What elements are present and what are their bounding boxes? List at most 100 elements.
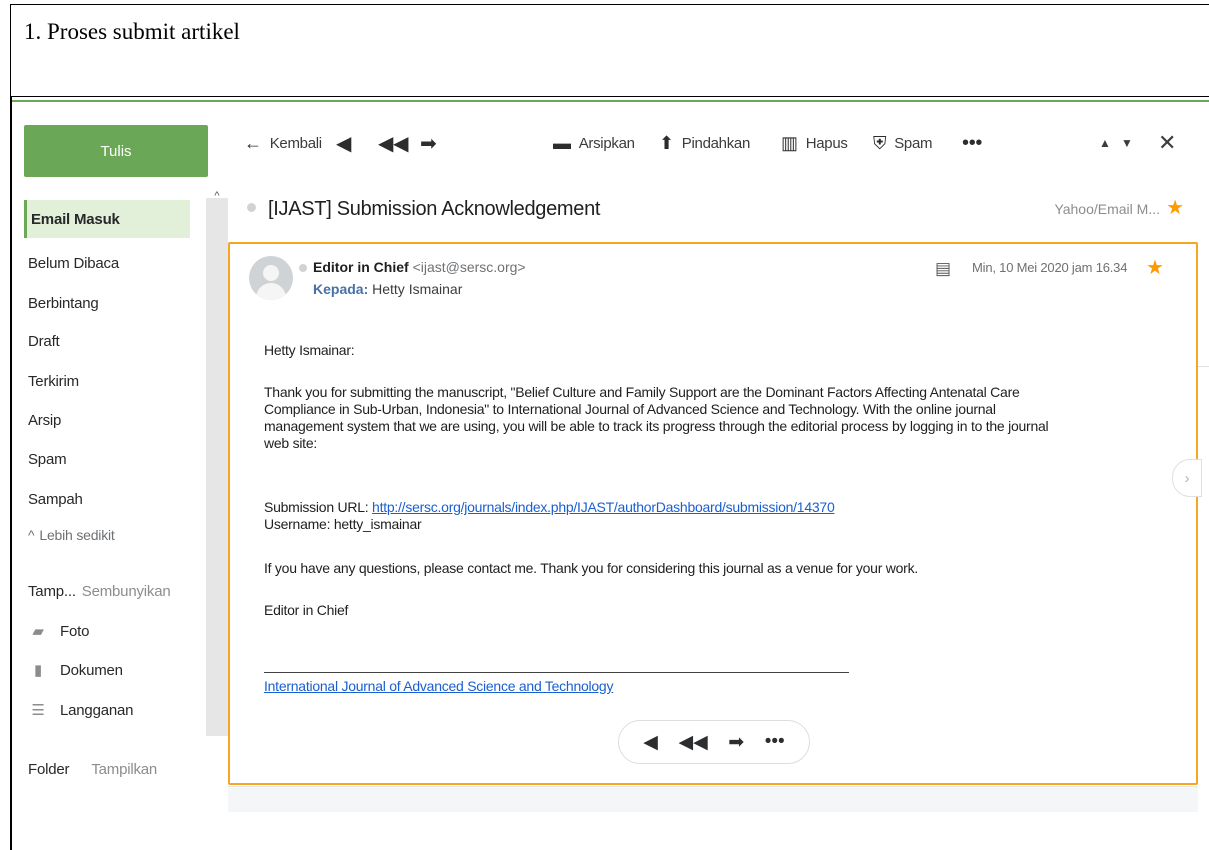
forward-icon: ➡: [420, 132, 437, 155]
sender-name[interactable]: Editor in Chief: [313, 259, 409, 275]
message-date: Min, 10 Mei 2020 jam 16.34: [972, 260, 1128, 275]
sidebar-item-archive[interactable]: Arsip: [24, 401, 190, 439]
submission-info: Submission URL: http://sersc.org/journal…: [264, 499, 1164, 533]
chevron-up-icon: ^: [28, 527, 35, 543]
close-icon: ✕: [1158, 130, 1177, 155]
message-star-icon[interactable]: ★: [1146, 255, 1164, 280]
sidebar-item-label: Dokumen: [60, 661, 123, 679]
reply-all-button[interactable]: ◀◀: [378, 131, 408, 155]
more-button[interactable]: •••: [962, 131, 982, 155]
sidebar-item-subscriptions[interactable]: ☰ Langganan: [24, 691, 190, 729]
subscription-icon: ☰: [31, 702, 45, 719]
show-less-label: Lebih sedikit: [39, 527, 115, 543]
document-border-line: [10, 97, 12, 850]
shield-icon: ⛨: [873, 132, 887, 153]
document-icon: ▮: [33, 662, 43, 679]
arrow-left-icon: ←: [244, 132, 262, 153]
triangle-up-icon: ▲: [1099, 136, 1111, 150]
reply-all-icon[interactable]: ◀◀: [678, 731, 707, 754]
delete-label: Hapus: [805, 134, 848, 152]
star-icon[interactable]: ★: [1166, 195, 1184, 220]
sidebar-item-unread[interactable]: Belum Dibaca: [24, 244, 190, 282]
archive-button[interactable]: ▬ Arsipkan: [553, 131, 635, 155]
avatar: [249, 256, 293, 300]
more-icon[interactable]: •••: [765, 731, 785, 753]
folders-header: Folder Tampilkan: [24, 750, 190, 788]
recipient-name: Hetty Ismainar: [372, 281, 463, 297]
sidebar-item-spam[interactable]: Spam: [24, 440, 190, 478]
recipient-label: Kepada:: [313, 281, 369, 297]
photo-icon: ▰: [32, 623, 44, 640]
compose-button[interactable]: Tulis: [24, 125, 208, 177]
sidebar-item-trash[interactable]: Sampah: [24, 480, 190, 518]
paragraph-line: Thank you for submitting the manuscript,…: [264, 384, 1020, 400]
submission-url-label: Submission URL:: [264, 499, 369, 515]
move-button[interactable]: ⬆ Pindahkan: [659, 131, 750, 155]
archive-label: Arsipkan: [578, 134, 635, 152]
sidebar-scrollbar[interactable]: [206, 198, 228, 736]
mail-header-rule: [12, 100, 1209, 102]
scroll-up-icon[interactable]: ^: [206, 190, 228, 202]
views-label: Tamp...: [28, 582, 76, 600]
message-subject: [IJAST] Submission Acknowledgement: [268, 198, 601, 220]
signature-divider: [264, 672, 849, 673]
sender-line: Editor in Chief <ijast@sersc.org>: [313, 259, 526, 275]
submission-url-link[interactable]: http://sersc.org/journals/index.php/IJAS…: [372, 499, 835, 515]
forward-icon[interactable]: ➡: [728, 731, 744, 754]
reply-icon[interactable]: ◀: [643, 731, 658, 754]
forward-button[interactable]: ➡: [420, 131, 437, 155]
move-label: Pindahkan: [681, 134, 751, 152]
next-message-button[interactable]: ▼: [1121, 131, 1133, 155]
folders-show-link[interactable]: Tampilkan: [91, 761, 157, 778]
folder-label: Yahoo/Email M...: [1054, 201, 1160, 217]
paragraph-2: If you have any questions, please contac…: [264, 560, 918, 576]
sidebar-item-label: Langganan: [60, 701, 134, 719]
paragraph-line: web site:: [264, 435, 317, 451]
unread-dot-icon[interactable]: [247, 203, 256, 212]
next-pane-button[interactable]: ›: [1172, 459, 1202, 497]
move-icon: ⬆: [659, 132, 674, 153]
document-title-cell: 1. Proses submit artikel: [10, 4, 1209, 97]
views-hide-link[interactable]: Sembunyikan: [82, 583, 171, 600]
show-less-toggle[interactable]: ^ Lebih sedikit: [24, 516, 190, 554]
paragraph-line: Compliance in Sub-Urban, Indonesia" to I…: [264, 401, 996, 417]
username-line: Username: hetty_ismainar: [264, 516, 422, 532]
previous-message-button[interactable]: ▲: [1099, 131, 1111, 155]
sidebar-item-sent[interactable]: Terkirim: [24, 362, 190, 400]
sidebar-item-starred[interactable]: Berbintang: [24, 284, 190, 322]
sidebar-item-documents[interactable]: ▮ Dokumen: [24, 651, 190, 689]
read-status-dot-icon[interactable]: [299, 264, 307, 272]
chevron-right-icon: ›: [1184, 469, 1190, 487]
reply-button[interactable]: ◀: [336, 131, 351, 155]
paragraph-line: management system that we are using, you…: [264, 418, 1049, 434]
sidebar-item-label: Foto: [60, 622, 90, 640]
spam-button[interactable]: ⛨ Spam: [873, 131, 933, 155]
sidebar-item-photos[interactable]: ▰ Foto: [24, 612, 190, 650]
sidebar-item-inbox[interactable]: Email Masuk: [24, 200, 190, 238]
close-button[interactable]: ✕: [1158, 130, 1177, 155]
quick-actions: ◀ ◀◀ ➡ •••: [618, 720, 810, 764]
trash-icon: ▥: [781, 132, 798, 153]
recipient-line: Kepada: Hetty Ismainar: [313, 281, 462, 297]
print-icon[interactable]: ▤: [935, 259, 951, 279]
journal-link-line: International Journal of Advanced Scienc…: [264, 678, 1164, 695]
back-button[interactable]: ← Kembali: [244, 131, 322, 155]
sender-email: <ijast@sersc.org>: [412, 259, 526, 275]
message-card: Editor in Chief <ijast@sersc.org> Kepada…: [228, 242, 1198, 785]
delete-button[interactable]: ▥ Hapus: [781, 131, 848, 155]
archive-icon: ▬: [553, 132, 571, 153]
journal-link[interactable]: International Journal of Advanced Scienc…: [264, 678, 613, 694]
back-label: Kembali: [269, 134, 322, 152]
sidebar-item-drafts[interactable]: Draft: [24, 322, 190, 360]
submission-url-line: Submission URL: http://sersc.org/journal…: [264, 499, 1164, 516]
pane-divider: [1198, 366, 1209, 367]
document-title: 1. Proses submit artikel: [24, 19, 240, 44]
subject-row: [IJAST] Submission Acknowledgement Yahoo…: [228, 188, 1198, 232]
reply-icon: ◀: [336, 132, 352, 155]
reading-pane-footer: [228, 786, 1198, 812]
triangle-down-icon: ▼: [1121, 136, 1133, 150]
spam-label: Spam: [894, 134, 933, 152]
signature: Editor in Chief: [264, 602, 349, 618]
more-icon: •••: [962, 131, 983, 154]
reply-all-icon: ◀◀: [378, 132, 409, 155]
